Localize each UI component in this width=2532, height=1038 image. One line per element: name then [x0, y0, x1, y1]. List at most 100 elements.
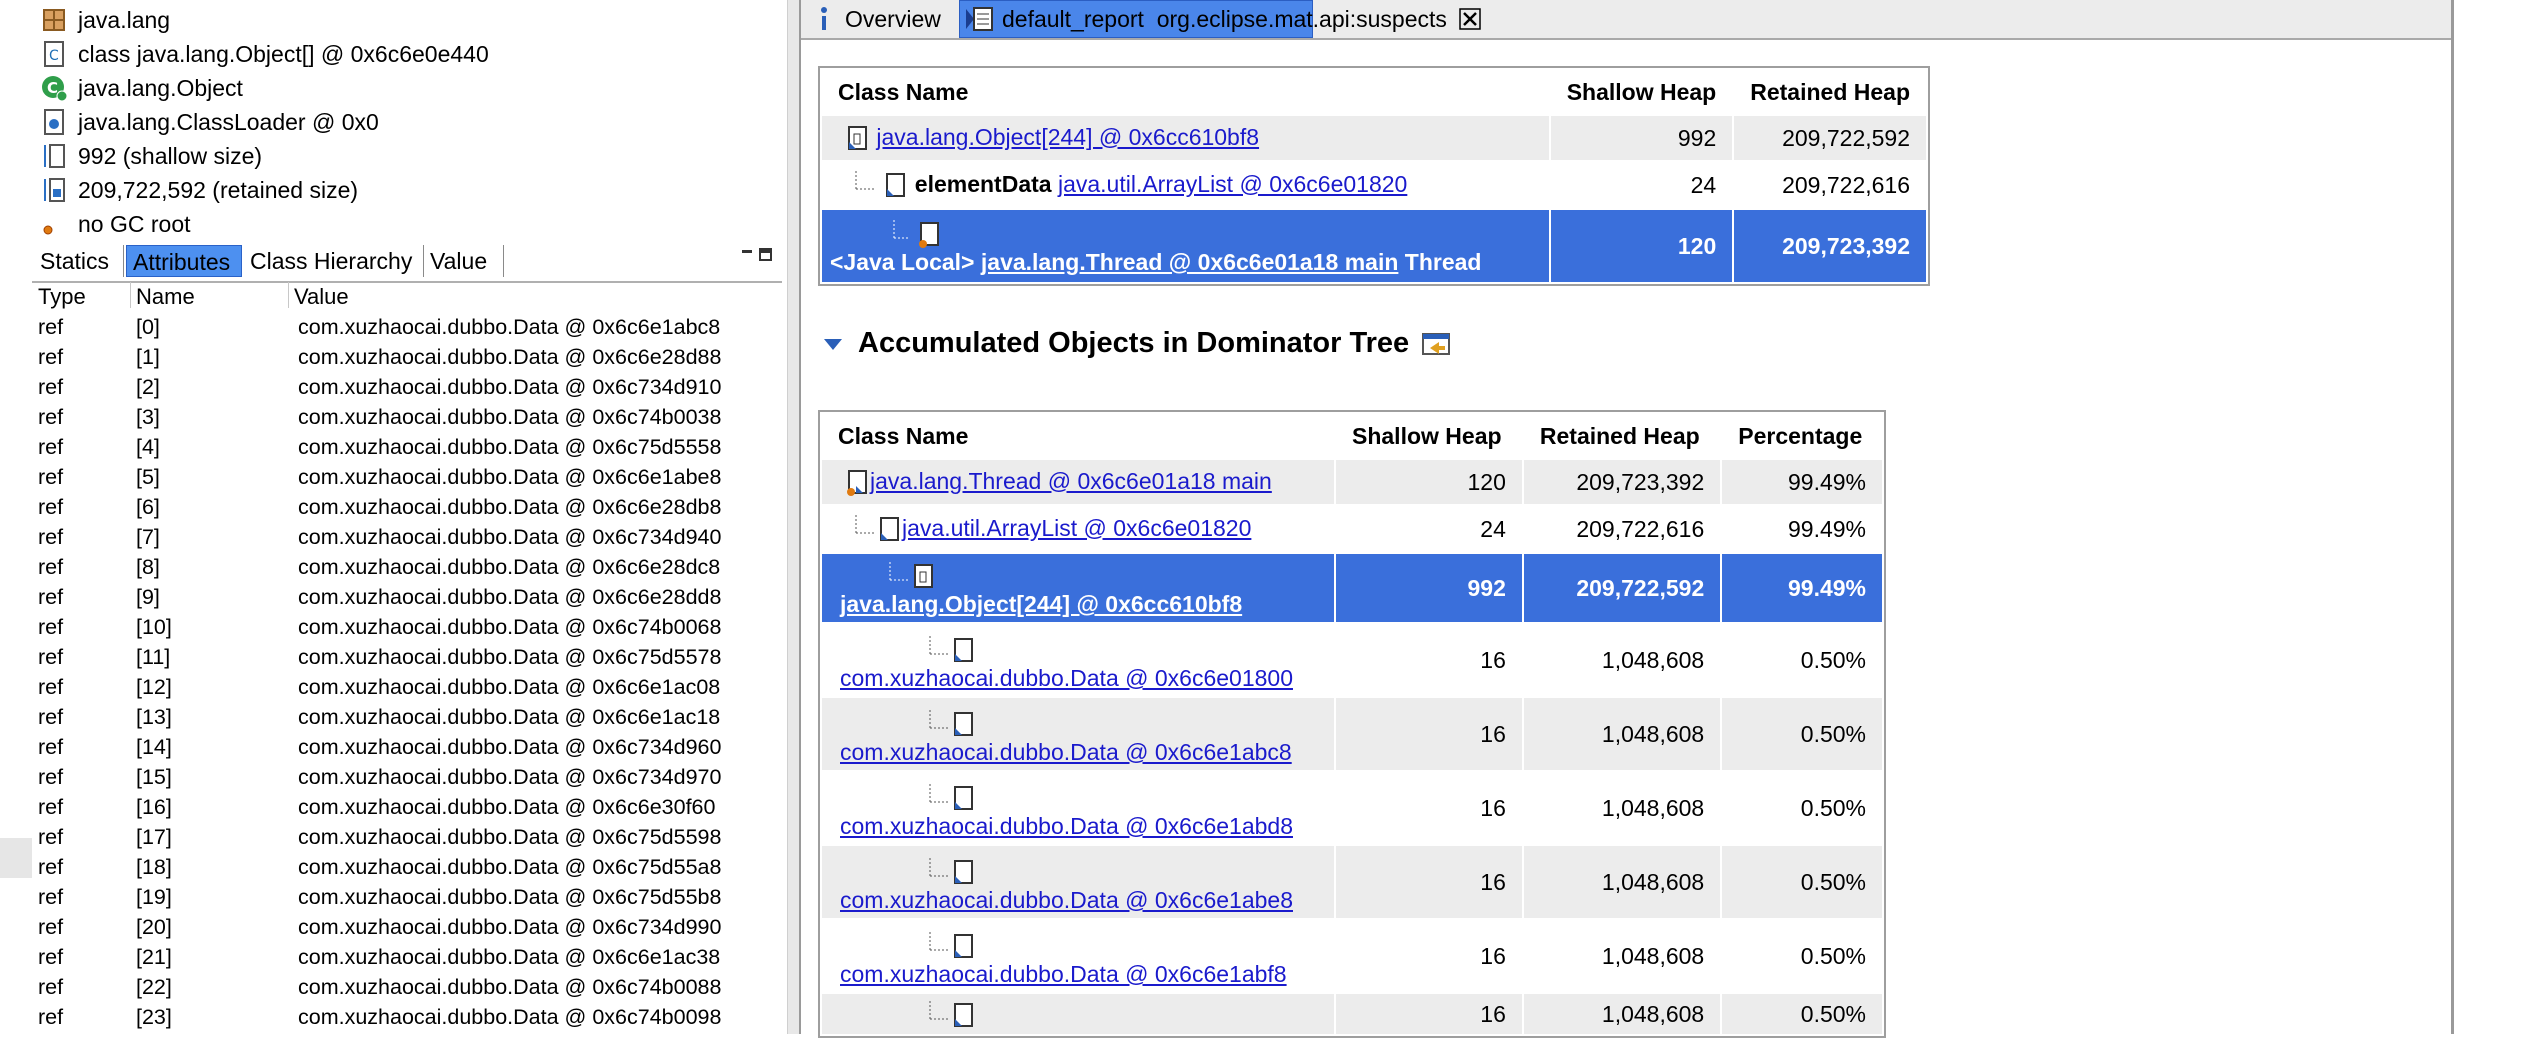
tab-value[interactable]: Value: [424, 245, 504, 277]
list-item[interactable]: ref [21] com.xuzhaocai.dubbo.Data @ 0x6c6e…: [32, 942, 782, 972]
list-item[interactable]: ref [10] com.xuzhaocai.dubbo.Data @ 0x6c74…: [32, 612, 782, 642]
tab-class-hierarchy[interactable]: Class Hierarchy: [244, 245, 424, 277]
column-value[interactable]: Value: [294, 283, 349, 311]
list-item[interactable]: ref [0] com.xuzhaocai.dubbo.Data @ 0x6c6e1…: [32, 312, 782, 342]
list-item[interactable]: ref [15] com.xuzhaocai.dubbo.Data @ 0x6c73…: [32, 762, 782, 792]
table-row-selected[interactable]: <Java Local> java.lang.Thread @ 0x6c6e01…: [822, 210, 1926, 282]
table-row-selected[interactable]: java.lang.Object[244] @ 0x6cc610bf8 992 20…: [822, 554, 1882, 622]
object-link[interactable]: com.xuzhaocai.dubbo.Data @ 0x6c6e01800: [840, 665, 1293, 691]
column-name[interactable]: Name: [136, 283, 195, 311]
value-cell: com.xuzhaocai.dubbo.Data @ 0x6c6e28dd8: [298, 585, 722, 609]
column-class-name[interactable]: Class Name: [822, 414, 1334, 458]
retained-heap-cell: 209,722,592: [1734, 116, 1926, 160]
list-item[interactable]: ref [1] com.xuzhaocai.dubbo.Data @ 0x6c6e2…: [32, 342, 782, 372]
object-link[interactable]: java.lang.Thread @ 0x6c6e01a18 main: [870, 468, 1272, 494]
table-row[interactable]: 16 1,048,608 0.50%: [822, 994, 1882, 1034]
object-link[interactable]: java.lang.Object[244] @ 0x6cc610bf8: [840, 591, 1242, 617]
list-item[interactable]: ref [12] com.xuzhaocai.dubbo.Data @ 0x6c6e…: [32, 672, 782, 702]
list-item[interactable]: ref [19] com.xuzhaocai.dubbo.Data @ 0x6c75…: [32, 882, 782, 912]
object-link[interactable]: java.lang.Object[244] @ 0x6cc610bf8: [876, 124, 1259, 150]
table-row[interactable]: java.util.ArrayList @ 0x6c6e01820 24 209,7…: [822, 506, 1882, 552]
list-item[interactable]: ref [7] com.xuzhaocai.dubbo.Data @ 0x6c734…: [32, 522, 782, 552]
column-shallow-heap[interactable]: Shallow Heap: [1551, 70, 1733, 114]
info-class: C class java.lang.Object[] @ 0x6c6e0e440: [40, 37, 489, 71]
list-item[interactable]: ref [9] com.xuzhaocai.dubbo.Data @ 0x6c6e2…: [32, 582, 782, 612]
table-row[interactable]: java.lang.Thread @ 0x6c6e01a18 main 120 20…: [822, 460, 1882, 504]
table-row[interactable]: com.xuzhaocai.dubbo.Data @ 0x6c6e1abf8 16…: [822, 920, 1882, 992]
info-text: 992 (shallow size): [78, 142, 263, 169]
percentage-cell: 0.50%: [1722, 846, 1882, 918]
accumulated-section-header[interactable]: Accumulated Objects in Dominator Tree: [822, 327, 1451, 360]
list-item[interactable]: ref [8] com.xuzhaocai.dubbo.Data @ 0x6c6e2…: [32, 552, 782, 582]
tree-connector: [928, 783, 952, 812]
column-divider[interactable]: [288, 282, 289, 308]
open-in-view-icon[interactable]: [1421, 330, 1451, 358]
value-cell: com.xuzhaocai.dubbo.Data @ 0x6c6e28dc8: [298, 555, 721, 579]
retained-heap-cell: 1,048,608: [1601, 646, 1705, 673]
table-row[interactable]: com.xuzhaocai.dubbo.Data @ 0x6c6e1abd8 16…: [822, 772, 1882, 844]
percentage-cell: 99.49%: [1787, 515, 1866, 542]
name-cell: [22]: [136, 975, 172, 999]
list-item[interactable]: ref [14] com.xuzhaocai.dubbo.Data @ 0x6c73…: [32, 732, 782, 762]
shallow-heap-cell: 16: [1480, 942, 1506, 969]
tree-node: [840, 857, 1318, 887]
list-item[interactable]: ref [16] com.xuzhaocai.dubbo.Data @ 0x6c6e…: [32, 792, 782, 822]
list-item[interactable]: ref [2] com.xuzhaocai.dubbo.Data @ 0x6c734…: [32, 372, 782, 402]
table-row[interactable]: com.xuzhaocai.dubbo.Data @ 0x6c6e01800 16…: [822, 624, 1882, 696]
list-item[interactable]: ref [13] com.xuzhaocai.dubbo.Data @ 0x6c6e…: [32, 702, 782, 732]
type-cell: ref: [38, 915, 64, 939]
list-item[interactable]: ref [23] com.xuzhaocai.dubbo.Data @ 0x6c74…: [32, 1002, 782, 1032]
list-item[interactable]: ref [11] com.xuzhaocai.dubbo.Data @ 0x6c75…: [32, 642, 782, 672]
name-cell: [20]: [136, 915, 172, 939]
list-item[interactable]: ref [20] com.xuzhaocai.dubbo.Data @ 0x6c73…: [32, 912, 782, 942]
column-divider[interactable]: [130, 282, 131, 308]
name-cell: [4]: [136, 435, 160, 459]
object-link[interactable]: java.util.ArrayList @ 0x6c6e01820: [902, 515, 1251, 541]
list-item[interactable]: ref [4] com.xuzhaocai.dubbo.Data @ 0x6c75d…: [32, 432, 782, 462]
column-percentage[interactable]: Percentage: [1722, 414, 1882, 458]
object-link[interactable]: com.xuzhaocai.dubbo.Data @ 0x6c6e1abc8: [840, 739, 1292, 765]
column-retained-heap[interactable]: Retained Heap: [1524, 414, 1720, 458]
table-row[interactable]: elementData java.util.ArrayList @ 0x6c6e…: [822, 162, 1926, 208]
tab-default-report[interactable]: default_report org.eclipse.mat.api:suspe…: [959, 0, 1481, 38]
value-cell: com.xuzhaocai.dubbo.Data @ 0x6c75d5598: [298, 825, 722, 849]
classloader-icon: [40, 108, 68, 136]
list-item[interactable]: ref [22] com.xuzhaocai.dubbo.Data @ 0x6c74…: [32, 972, 782, 1002]
close-icon[interactable]: [1459, 8, 1481, 30]
object-link[interactable]: java.lang.Thread @ 0x6c6e01a18 main: [981, 249, 1399, 275]
column-type[interactable]: Type: [38, 283, 86, 311]
name-cell: [6]: [136, 495, 160, 519]
name-cell: [21]: [136, 945, 172, 969]
list-item[interactable]: ref [3] com.xuzhaocai.dubbo.Data @ 0x6c74b…: [32, 402, 782, 432]
object-link[interactable]: java.util.ArrayList @ 0x6c6e01820: [1058, 171, 1407, 197]
tab-overview[interactable]: Overview: [805, 0, 955, 38]
list-item[interactable]: ref [6] com.xuzhaocai.dubbo.Data @ 0x6c6e2…: [32, 492, 782, 522]
table-row[interactable]: com.xuzhaocai.dubbo.Data @ 0x6c6e1abc8 16…: [822, 698, 1882, 770]
name-cell: [12]: [136, 675, 172, 699]
name-cell: [19]: [136, 885, 172, 909]
object-link[interactable]: com.xuzhaocai.dubbo.Data @ 0x6c6e1abd8: [840, 813, 1293, 839]
type-cell: ref: [38, 615, 64, 639]
name-cell: [8]: [136, 555, 160, 579]
column-shallow-heap[interactable]: Shallow Heap: [1336, 414, 1522, 458]
value-cell: com.xuzhaocai.dubbo.Data @ 0x6c734d960: [298, 735, 722, 759]
minimize-maximize-icon[interactable]: [736, 247, 776, 263]
object-link[interactable]: com.xuzhaocai.dubbo.Data @ 0x6c6e1abe8: [840, 887, 1293, 913]
retained-heap-cell: 209,723,392: [1734, 210, 1926, 282]
list-item[interactable]: ref [17] com.xuzhaocai.dubbo.Data @ 0x6c75…: [32, 822, 782, 852]
list-item[interactable]: ref [18] com.xuzhaocai.dubbo.Data @ 0x6c75…: [32, 852, 782, 882]
tree-connector: [854, 515, 878, 543]
column-retained-heap[interactable]: Retained Heap: [1734, 70, 1926, 114]
tab-attributes[interactable]: Attributes: [126, 245, 242, 277]
collapse-triangle-icon[interactable]: [822, 336, 844, 352]
table-row[interactable]: com.xuzhaocai.dubbo.Data @ 0x6c6e1abe8 16…: [822, 846, 1882, 918]
type-cell: ref: [38, 375, 64, 399]
object-link[interactable]: com.xuzhaocai.dubbo.Data @ 0x6c6e1abf8: [840, 961, 1287, 987]
list-item[interactable]: ref [5] com.xuzhaocai.dubbo.Data @ 0x6c6e1…: [32, 462, 782, 492]
object-icon: [952, 784, 976, 812]
table-row[interactable]: java.lang.Object[244] @ 0x6cc610bf8 992 …: [822, 116, 1926, 160]
type-cell: ref: [38, 855, 64, 879]
column-class-name[interactable]: Class Name: [822, 70, 1549, 114]
tab-statics[interactable]: Statics: [34, 245, 124, 277]
thread-object-icon: [918, 220, 942, 248]
